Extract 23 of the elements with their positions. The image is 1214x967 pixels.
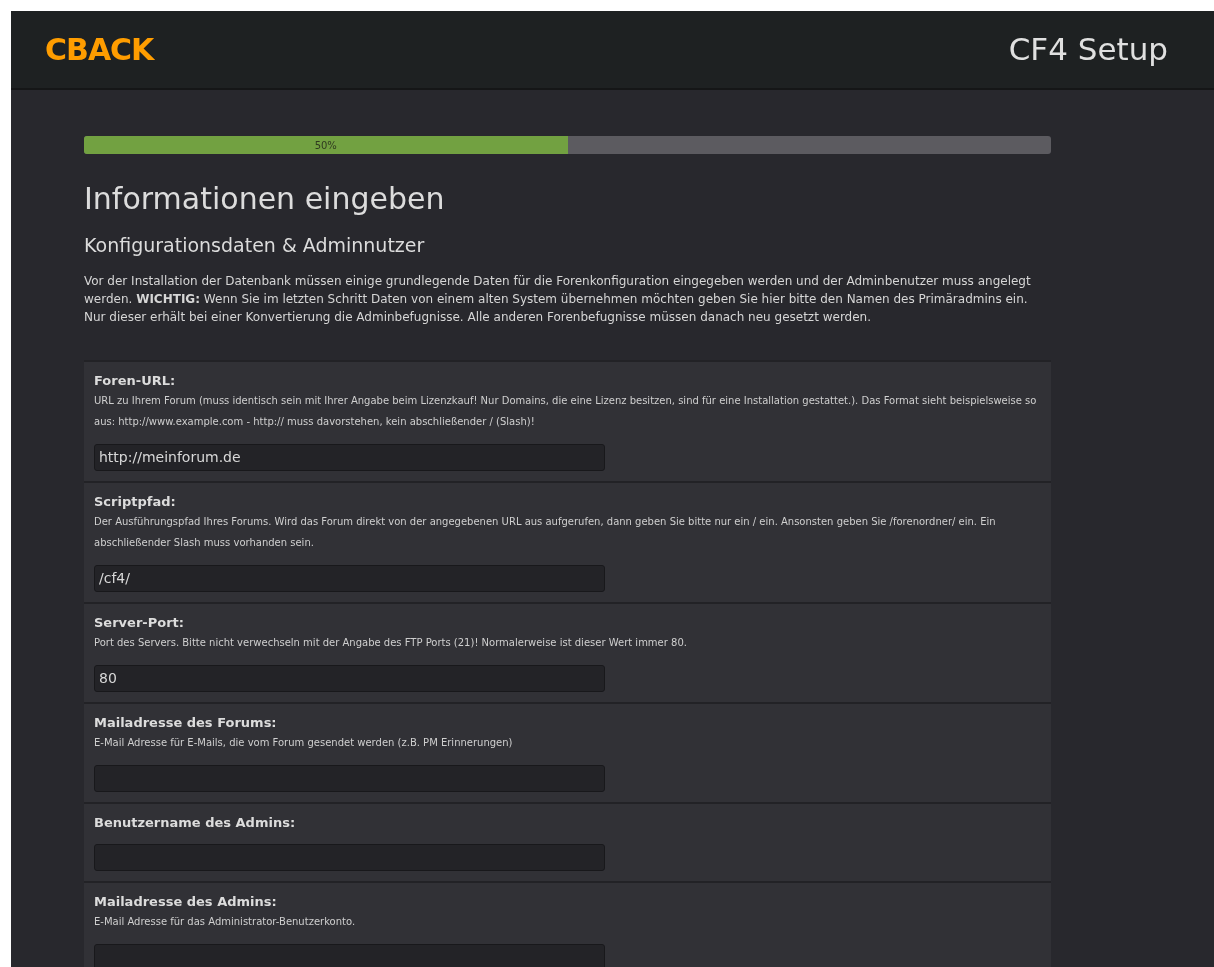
field-label: Mailadresse des Admins: [94, 892, 278, 911]
intro-paragraph: Vor der Installation der Datenbank müssen einige grundlegende Daten für die Forenkonfiguration eingegeben werden und der Adminbenutzer muss angelegt werden. WICHTIG: Wenn Sie im letzten Schritt Daten von einem alten System übernehmen möchten geben Sie hier bitte den Namen des Primäradmins ein. Nur dieser erhält bei einer Konvertierung die Adminbefugnisse. Alle anderen Forenbefugnisse müssen danach neu gesetzt werden. [84, 272, 1032, 326]
field-label: Server-Port: [94, 613, 185, 632]
logo[interactable]: CBACK [45, 27, 160, 72]
text-input[interactable] [94, 843, 605, 871]
field-description: E-Mail Adresse für E-Mails, die vom Forum gesendet werden (z.B. PM Erinnerungen) [94, 735, 514, 750]
section-subheading: Konfigurationsdaten & Adminnutzer [84, 233, 426, 258]
field-description: URL zu Ihrem Forum (muss identisch sein mit Ihrer Angabe beim Lizenzkauf! Nur Domains, die eine Lizenz besitzen, sind für eine Installation gestattet.). Das Format sieht beispielsweise so aus: http://www.example.com - http:// muss davorstehen, kein abschließender / (Slash)! [94, 393, 1038, 429]
text-input[interactable]: 80 [94, 664, 605, 692]
field-description: Port des Servers. Bitte nicht verwechseln mit der Angabe des FTP Ports (21)! Normalerweise ist dieser Wert immer 80. [94, 635, 688, 650]
field-label: Scriptpfad: [94, 492, 177, 511]
field-label: Foren-URL: [94, 371, 177, 390]
text-input[interactable] [94, 764, 605, 792]
field-label: Mailadresse des Forums: [94, 713, 278, 732]
page-title: CF4 Setup [1008, 30, 1168, 70]
field-label: Benutzername des Admins: [94, 813, 297, 832]
page-heading: Informationen eingeben [84, 180, 446, 218]
field-description: Der Ausführungspfad Ihres Forums. Wird das Forum direkt von der angegebenen URL aus aufgerufen, dann geben Sie bitte nur ein / ein. Ansonsten geben Sie /forenordner/ ein. Ein abschließender Slash muss vorhanden sein. [94, 514, 997, 550]
field-description: E-Mail Adresse für das Administrator-Benutzerkonto. [94, 914, 357, 929]
progress-label: 50% [313, 138, 338, 153]
text-input[interactable]: http://meinforum.de [94, 443, 605, 471]
text-input[interactable] [94, 943, 605, 967]
text-input[interactable]: /cf4/ [94, 564, 605, 592]
